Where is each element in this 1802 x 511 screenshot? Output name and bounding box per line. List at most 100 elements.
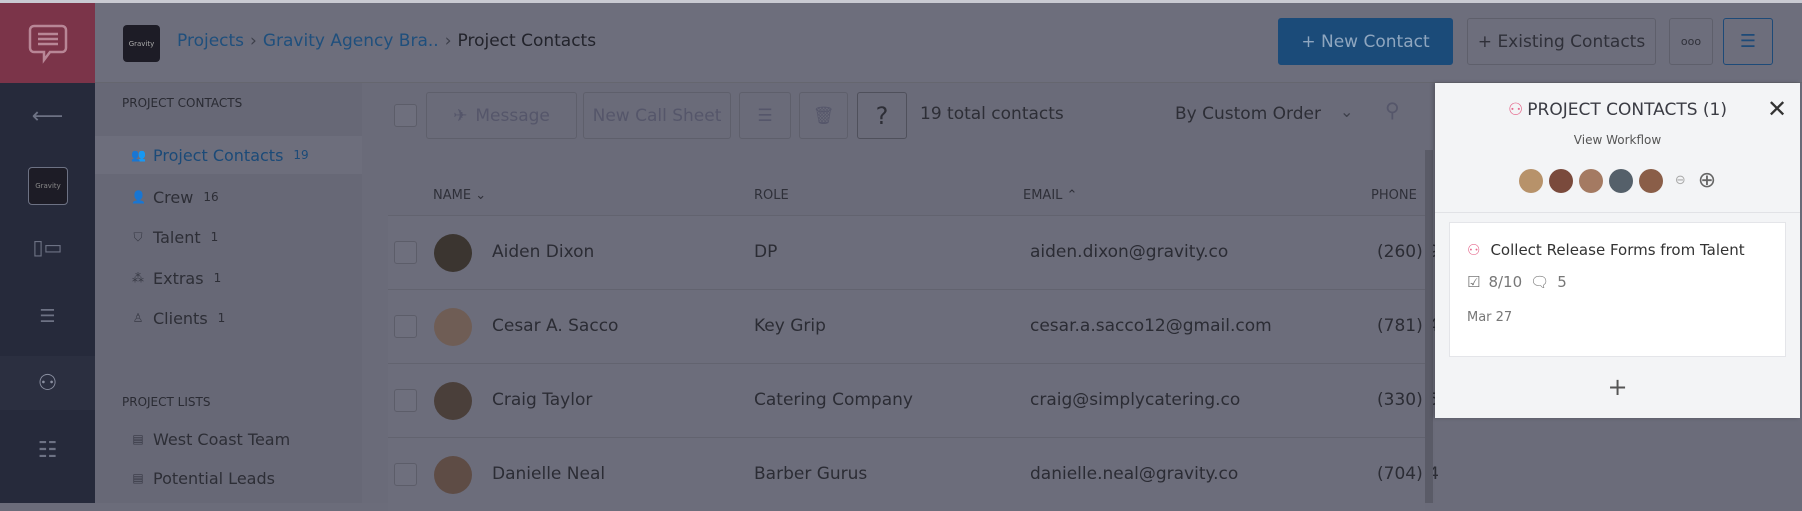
list-label: West Coast Team <box>153 429 291 449</box>
breadcrumb-projects[interactable]: Projects <box>177 31 244 51</box>
sidebar-item-talent[interactable]: ⛉ Talent 1 <box>95 218 362 256</box>
sidebar-item-count: 16 <box>203 190 219 204</box>
row-checkbox[interactable] <box>394 389 417 412</box>
checklist-progress: 8/10 <box>1488 273 1523 291</box>
column-header-email[interactable]: EMAIL ⌃ <box>1023 188 1077 203</box>
select-all-checkbox[interactable] <box>394 104 417 127</box>
add-assignee-icon[interactable]: ⊕ <box>1698 168 1716 193</box>
breadcrumb-project[interactable]: Gravity Agency Bra.. <box>263 31 439 51</box>
existing-contacts-button[interactable]: + Existing Contacts <box>1467 18 1656 65</box>
send-icon: ✈ <box>453 105 468 126</box>
chevron-down-icon[interactable]: ⌄ <box>1340 102 1353 121</box>
timeline-icon[interactable]: ☰ <box>0 303 95 329</box>
sidebar-item-crew[interactable]: 👤 Crew 16 <box>95 178 362 216</box>
sidebar-item-extras[interactable]: ⁂ Extras 1 <box>95 259 362 297</box>
sidebar-item-project-contacts[interactable]: 👥 Project Contacts 19 <box>95 136 362 174</box>
delete-button[interactable]: 🗑 <box>799 92 848 139</box>
new-call-sheet-button[interactable]: New Call Sheet <box>583 92 731 139</box>
checklist-button[interactable]: ☰ <box>1723 18 1773 65</box>
list-item-west-coast-team[interactable]: ▤ West Coast Team <box>95 420 362 458</box>
sidebar-item-label: Crew <box>153 187 194 207</box>
total-contacts: 19 total contacts <box>920 104 1064 124</box>
row-checkbox[interactable] <box>394 241 417 264</box>
panel-title-text: PROJECT CONTACTS (1) <box>1527 100 1727 120</box>
avatar[interactable] <box>1548 168 1573 193</box>
checkbox-icon: ☑ <box>1467 273 1481 291</box>
contact-email: cesar.a.sacco12@gmail.com <box>1030 316 1272 336</box>
contacts-sidebar: PROJECT CONTACTS 👥 Project Contacts 19 👤 Cr… <box>95 83 362 503</box>
sort-dropdown[interactable]: By Custom Order <box>1175 104 1321 124</box>
crowd-icon: ⁂ <box>132 271 144 285</box>
row-checkbox[interactable] <box>394 463 417 486</box>
message-button[interactable]: ✈ Message <box>426 92 577 139</box>
rail-project-logo-text: Gravity <box>35 182 61 190</box>
table-row[interactable]: Cesar A. Sacco Key Grip cesar.a.sacco12@… <box>388 289 1439 363</box>
row-checkbox[interactable] <box>394 315 417 338</box>
avatar <box>434 382 472 420</box>
remove-assignee-icon[interactable]: ⊖ <box>1675 173 1686 188</box>
contact-name[interactable]: Craig Taylor <box>492 390 592 410</box>
table-scrollbar[interactable] <box>1425 150 1433 503</box>
table-row[interactable]: Aiden Dixon DP aiden.dixon@gravity.co (2… <box>388 215 1439 289</box>
app-logo[interactable] <box>0 3 95 83</box>
card-meta: ☑ 8/10 🗨 5 <box>1467 273 1567 291</box>
avatar <box>434 308 472 346</box>
chat-logo-icon <box>28 24 67 64</box>
table-icon[interactable]: ☷ <box>0 437 95 463</box>
sidebar-item-count: 1 <box>210 230 219 244</box>
list-item-potential-leads[interactable]: ▤ Potential Leads <box>95 459 362 497</box>
contact-role: Catering Company <box>754 390 913 410</box>
project-contacts-heading: PROJECT CONTACTS <box>122 96 243 110</box>
sidebar-item-count: 1 <box>213 271 222 285</box>
view-workflow-link[interactable]: View Workflow <box>1435 133 1800 147</box>
comments-icon: 🗨 <box>1530 273 1550 291</box>
avatar[interactable] <box>1608 168 1633 193</box>
contact-name[interactable]: Aiden Dixon <box>492 242 594 262</box>
new-contact-button[interactable]: + New Contact <box>1278 18 1453 65</box>
comment-count: 5 <box>1557 273 1567 291</box>
sidebar-item-clients[interactable]: ♙ Clients 1 <box>95 299 362 337</box>
workflow-panel: ⚇ PROJECT CONTACTS (1) ✕ View Workflow ⊖ … <box>1435 83 1800 418</box>
card-title: ⚇ Collect Release Forms from Talent <box>1467 241 1745 259</box>
add-list-icon: ☰ <box>757 105 773 126</box>
contacts-icon[interactable]: ⚇ <box>0 370 95 396</box>
person-icon: ♙ <box>132 311 144 325</box>
workflow-card[interactable]: ⚇ Collect Release Forms from Talent ☑ 8/10… <box>1449 222 1786 357</box>
trash-icon: 🗑 <box>812 105 835 126</box>
card-date: Mar 27 <box>1467 310 1513 325</box>
avatar[interactable] <box>1638 168 1663 193</box>
contact-name[interactable]: Danielle Neal <box>492 464 605 484</box>
contact-email: aiden.dixon@gravity.co <box>1030 242 1229 262</box>
column-label: EMAIL <box>1023 188 1063 203</box>
column-header-phone[interactable]: PHONE <box>1371 188 1417 203</box>
add-to-list-button[interactable]: ☰ <box>739 92 791 139</box>
search-icon[interactable]: ⚲ <box>1385 98 1400 122</box>
sidebar-item-label: Project Contacts <box>153 145 284 165</box>
column-header-role[interactable]: ROLE <box>754 188 789 203</box>
chevron-down-icon: ⌄ <box>475 188 487 203</box>
table-row[interactable]: Craig Taylor Catering Company craig@simp… <box>388 363 1439 437</box>
contact-name[interactable]: Cesar A. Sacco <box>492 316 618 336</box>
chevron-up-icon: ⌃ <box>1066 188 1078 203</box>
table-row[interactable]: Danielle Neal Barber Gurus danielle.neal… <box>388 437 1439 511</box>
checklist-icon: ☰ <box>1739 31 1757 52</box>
avatar[interactable] <box>1518 168 1543 193</box>
breadcrumb: Projects › Gravity Agency Bra.. › Projec… <box>177 31 596 51</box>
board-icon[interactable]: ▯▭ <box>0 234 95 260</box>
help-button[interactable]: ? <box>857 92 907 139</box>
project-logo[interactable]: Gravity <box>123 25 160 62</box>
list-label: Potential Leads <box>153 468 275 488</box>
document-icon: ▤ <box>132 471 144 485</box>
sidebar-item-count: 1 <box>217 311 226 325</box>
rail-project-logo[interactable]: Gravity <box>28 167 68 205</box>
breadcrumb-current: Project Contacts <box>457 31 597 51</box>
contact-role: Key Grip <box>754 316 826 336</box>
avatar[interactable] <box>1578 168 1603 193</box>
add-card-button[interactable]: + <box>1435 373 1800 401</box>
close-icon[interactable]: ✕ <box>1767 95 1787 123</box>
column-header-name[interactable]: NAME ⌄ <box>433 188 486 203</box>
chevron-right-icon: › <box>250 31 257 51</box>
more-button[interactable]: ooo <box>1669 18 1713 65</box>
chevron-right-icon: › <box>444 31 452 51</box>
back-arrow-icon[interactable]: ⟵ <box>0 104 95 129</box>
